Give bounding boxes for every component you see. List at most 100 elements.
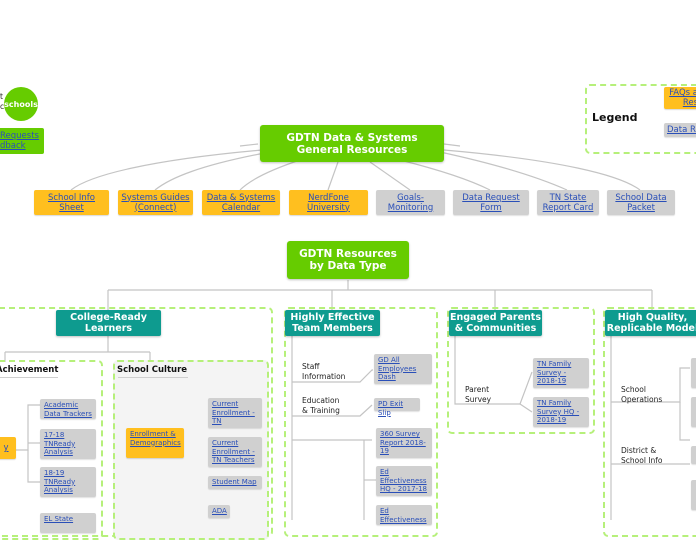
link-label[interactable]: GD All Employees Dash [378,356,428,382]
link-line1[interactable]: Goals- [397,193,424,203]
category-highly-effective[interactable]: Highly Effective Team Members [285,310,380,336]
link-line2[interactable]: Calendar [222,203,260,213]
link-line2[interactable]: Sheet [59,203,84,213]
legend-faq-line1[interactable]: FAQs a [669,88,696,98]
topic-education-training: Education & Training [302,396,340,416]
link-label[interactable]: Student Map [212,478,257,487]
link-line1[interactable]: Data & Systems [207,193,275,203]
high-quality-frame [603,307,696,537]
link-line1[interactable]: TN State [550,193,587,203]
by-type-root-line2: by Data Type [309,260,387,272]
divider [118,377,188,378]
partial-text-line1: t [0,92,3,101]
link-label[interactable]: Enrollment & Demographics [130,430,181,447]
gd-all-employees-dash-link[interactable]: GD All Employees Dash [374,354,432,384]
logo-text: schools [4,99,38,109]
legend-data-label[interactable]: Data Re [667,125,696,135]
tn-family-survey-link[interactable]: TN Family Survey - 2018-19 [533,358,589,388]
link-label[interactable]: 360 Survey Report 2018-19 [380,430,428,456]
district-info-link-2[interactable] [691,480,696,510]
tn-family-survey-hq-link[interactable]: TN Family Survey HQ - 2018-19 [533,397,589,427]
topic-line1: Education [302,396,340,405]
link-line2[interactable]: University [307,203,350,213]
topic-school-operations: School Operations [621,385,662,405]
link-line1[interactable]: School Data [615,193,666,203]
current-enrollment-tn-link[interactable]: Current Enrollment - TN [208,398,262,428]
topic-staff-information: Staff Information [302,362,345,382]
legend-faq-line2[interactable]: Res [683,98,696,108]
link-label[interactable]: EL State [44,515,73,524]
link-line2[interactable]: Form [480,203,501,213]
link-line2[interactable]: Monitoring [388,203,433,213]
legend-data-item[interactable]: Data Re [664,123,696,137]
school-operations-link-2[interactable] [691,397,696,427]
link-label[interactable]: PD Exit Slip [378,400,416,417]
general-root-line2: General Resources [296,143,408,156]
student-map-link[interactable]: Student Map [208,476,262,489]
ada-link[interactable]: ADA [208,505,230,518]
general-resources-root[interactable]: GDTN Data & Systems General Resources [260,125,444,162]
link-line1[interactable]: Data Request [462,193,520,203]
requests-feedback-button[interactable]: Requests dback [0,128,44,154]
tnready-18-19-link[interactable]: 18-19 TNReady Analysis [40,467,96,497]
link-line2[interactable]: Report Card [543,203,594,213]
link-line1[interactable]: Systems Guides [121,193,189,203]
link-line2[interactable]: (Connect) [135,203,177,213]
current-enrollment-tn-teachers-link[interactable]: Current Enrollment - TN Teachers [208,437,262,467]
ed-effectiveness-hq-link[interactable]: Ed Effectiveness HQ - 2017-18 [376,466,432,496]
tn-state-report-card-link[interactable]: TN State Report Card [537,190,599,215]
link-label[interactable]: TN Family Survey HQ - 2018-19 [537,399,585,425]
category-line1: College-Ready [70,312,147,323]
pd-exit-slip-link[interactable]: PD Exit Slip [374,398,420,417]
school-info-sheet-link[interactable]: School Info Sheet [34,190,109,215]
data-request-form-link[interactable]: Data Request Form [453,190,529,215]
category-high-quality[interactable]: High Quality, Replicable Model [605,310,696,336]
legend-title: Legend [592,111,638,124]
data-systems-calendar-link[interactable]: Data & Systems Calendar [202,190,280,215]
topic-line1: Staff [302,362,320,371]
topic-line2: Information [302,372,346,381]
el-state-link[interactable]: EL State [40,513,96,533]
link-label[interactable]: Academic Data Trackers [44,401,92,418]
resources-by-data-type-root[interactable]: GDTN Resources by Data Type [287,241,409,279]
goals-monitoring-link[interactable]: Goals- Monitoring [376,190,445,215]
school-operations-link-1[interactable] [691,358,696,388]
topic-line1: District & [621,446,657,455]
category-line2: Replicable Model [606,323,696,334]
academic-data-trackers-link[interactable]: Academic Data Trackers [40,399,96,419]
category-line2: Team Members [292,323,373,334]
link-label[interactable]: 17-18 TNReady Analysis [44,431,92,457]
category-line1: Highly Effective [290,312,375,323]
category-line2: Learners [84,323,133,334]
link-label[interactable]: Ed Effectiveness HQ - 2017-18 [380,468,428,494]
district-info-link[interactable] [691,446,696,464]
systems-guides-link[interactable]: Systems Guides (Connect) [118,190,193,215]
school-data-packet-link[interactable]: School Data Packet [607,190,675,215]
tnready-17-18-link[interactable]: 17-18 TNReady Analysis [40,429,96,459]
link-line1[interactable]: NerdFone [308,193,349,203]
link-label[interactable]: TN Family Survey - 2018-19 [537,360,585,386]
category-line1: Engaged Parents [449,312,542,323]
link-label[interactable]: ADA [212,507,227,516]
link-label[interactable]: y [3,443,8,453]
legend-faq-item[interactable]: FAQs a Res [664,87,696,109]
divider [0,377,58,378]
link-line1[interactable]: School Info [48,193,95,203]
general-root-line1: GDTN Data & Systems [286,131,418,144]
link-line2[interactable]: Packet [627,203,655,213]
link-label[interactable]: 18-19 TNReady Analysis [44,469,92,495]
enrollment-demographics-link[interactable]: Enrollment & Demographics [126,428,184,458]
requests-line1[interactable]: Requests [0,131,44,141]
survey-360-report-link[interactable]: 360 Survey Report 2018-19 [376,428,432,458]
link-label[interactable]: Ed Effectiveness [380,507,428,524]
nerdfone-university-link[interactable]: NerdFone University [289,190,368,215]
category-engaged-parents[interactable]: Engaged Parents & Communities [449,310,542,336]
link-label[interactable]: Current Enrollment - TN Teachers [212,439,258,465]
topic-line2: Survey [465,395,492,404]
topic-district-school-info: District & School Info [621,446,662,466]
category-college-ready[interactable]: College-Ready Learners [56,310,161,336]
requests-line2[interactable]: dback [0,141,44,151]
link-label[interactable]: Current Enrollment - TN [212,400,258,426]
ed-effectiveness-link[interactable]: Ed Effectiveness [376,505,432,525]
achievement-faq-item[interactable]: y [0,437,16,459]
